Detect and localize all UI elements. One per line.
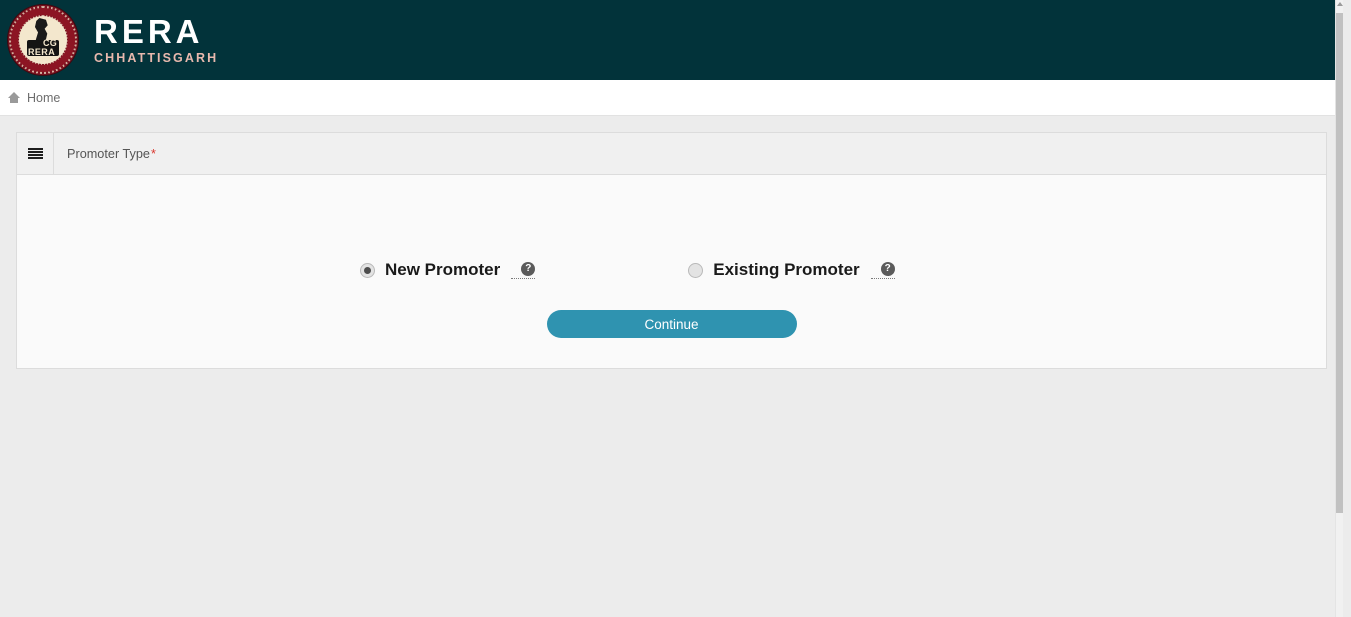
panel-body: New Promoter ? Existing Promoter ? Conti…: [17, 175, 1326, 368]
brand-text-block: RERA CHHATTISGARH: [94, 15, 218, 65]
option-label-new-promoter: New Promoter: [385, 260, 501, 279]
breadcrumb: Home: [0, 80, 1343, 116]
option-label-existing-promoter: Existing Promoter: [713, 260, 860, 279]
help-tooltip-existing-promoter[interactable]: ?: [870, 261, 895, 279]
page-viewport: CHHATTISGARH REAL ESTATE REGULATORY AUTH…: [0, 0, 1343, 617]
promoter-type-options: New Promoter ? Existing Promoter ?: [17, 175, 1326, 280]
cg-rera-emblem-icon: CHHATTISGARH REAL ESTATE REGULATORY AUTH…: [8, 5, 78, 75]
option-new-promoter[interactable]: New Promoter ?: [360, 260, 536, 280]
scrollbar-thumb[interactable]: [1336, 13, 1343, 513]
emblem-rera-text: RERA: [28, 47, 56, 57]
brand-subtitle: CHHATTISGARH: [94, 51, 219, 66]
brand-title: RERA: [94, 13, 204, 51]
panel-title: Promoter Type *: [54, 133, 156, 174]
option-existing-promoter[interactable]: Existing Promoter ?: [688, 260, 895, 280]
continue-button[interactable]: Continue: [546, 310, 797, 338]
scroll-up-arrow-icon[interactable]: [1337, 2, 1343, 6]
breadcrumb-home-label: Home: [27, 90, 61, 105]
emblem-arc-bottom-text: RAIPUR: [33, 57, 53, 62]
panel-title-label: Promoter Type: [67, 146, 150, 161]
site-header: CHHATTISGARH REAL ESTATE REGULATORY AUTH…: [0, 0, 1343, 80]
promoter-type-panel: Promoter Type * New Promoter ? Existing …: [16, 132, 1327, 369]
panel-header: Promoter Type *: [17, 133, 1326, 175]
question-mark-circle-icon: ?: [880, 261, 895, 276]
emblem-inner-disc: CHHATTISGARH REAL ESTATE REGULATORY AUTH…: [19, 16, 67, 64]
question-mark-circle-icon: ?: [521, 261, 536, 276]
radio-existing-promoter[interactable]: [688, 262, 704, 278]
brand-logo[interactable]: CHHATTISGARH REAL ESTATE REGULATORY AUTH…: [8, 5, 218, 75]
vertical-scrollbar[interactable]: [1335, 0, 1343, 617]
panel-actions: Continue: [17, 310, 1326, 338]
radio-new-promoter[interactable]: [360, 262, 375, 278]
breadcrumb-item-home[interactable]: Home: [8, 91, 60, 105]
help-tooltip-new-promoter[interactable]: ?: [511, 261, 536, 279]
content-area: Promoter Type * New Promoter ? Existing …: [0, 116, 1343, 385]
panel-menu-button[interactable]: [17, 133, 54, 174]
required-asterisk: *: [150, 146, 156, 161]
home-icon: [8, 92, 20, 103]
hamburger-bars-icon: [27, 147, 43, 160]
